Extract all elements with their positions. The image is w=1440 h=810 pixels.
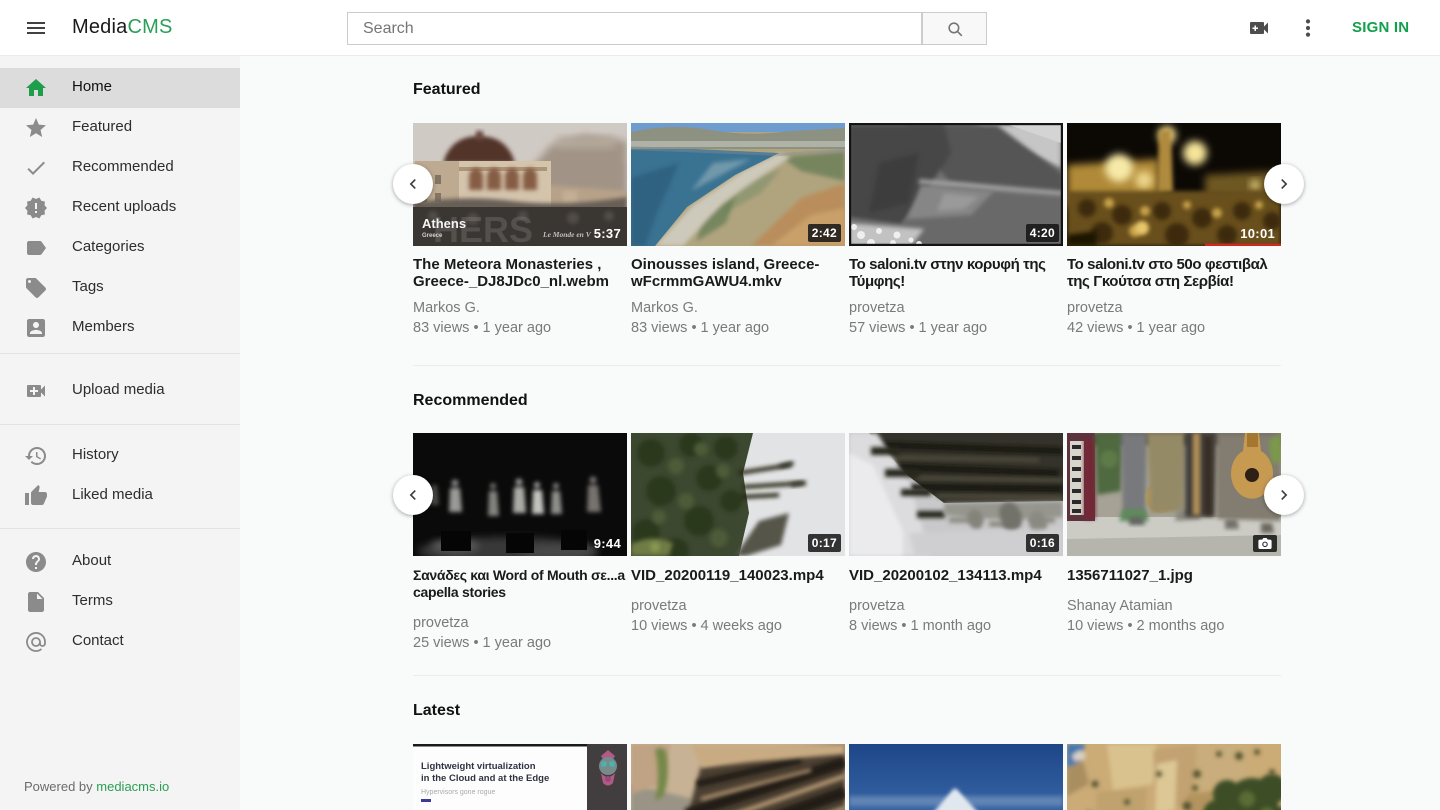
svg-text:Lightweight virtualization: Lightweight virtualization (421, 761, 536, 772)
svg-text:in the Cloud and at the Edge: in the Cloud and at the Edge (421, 773, 549, 784)
svg-text:Hypervisors gone rogue: Hypervisors gone rogue (421, 789, 495, 796)
